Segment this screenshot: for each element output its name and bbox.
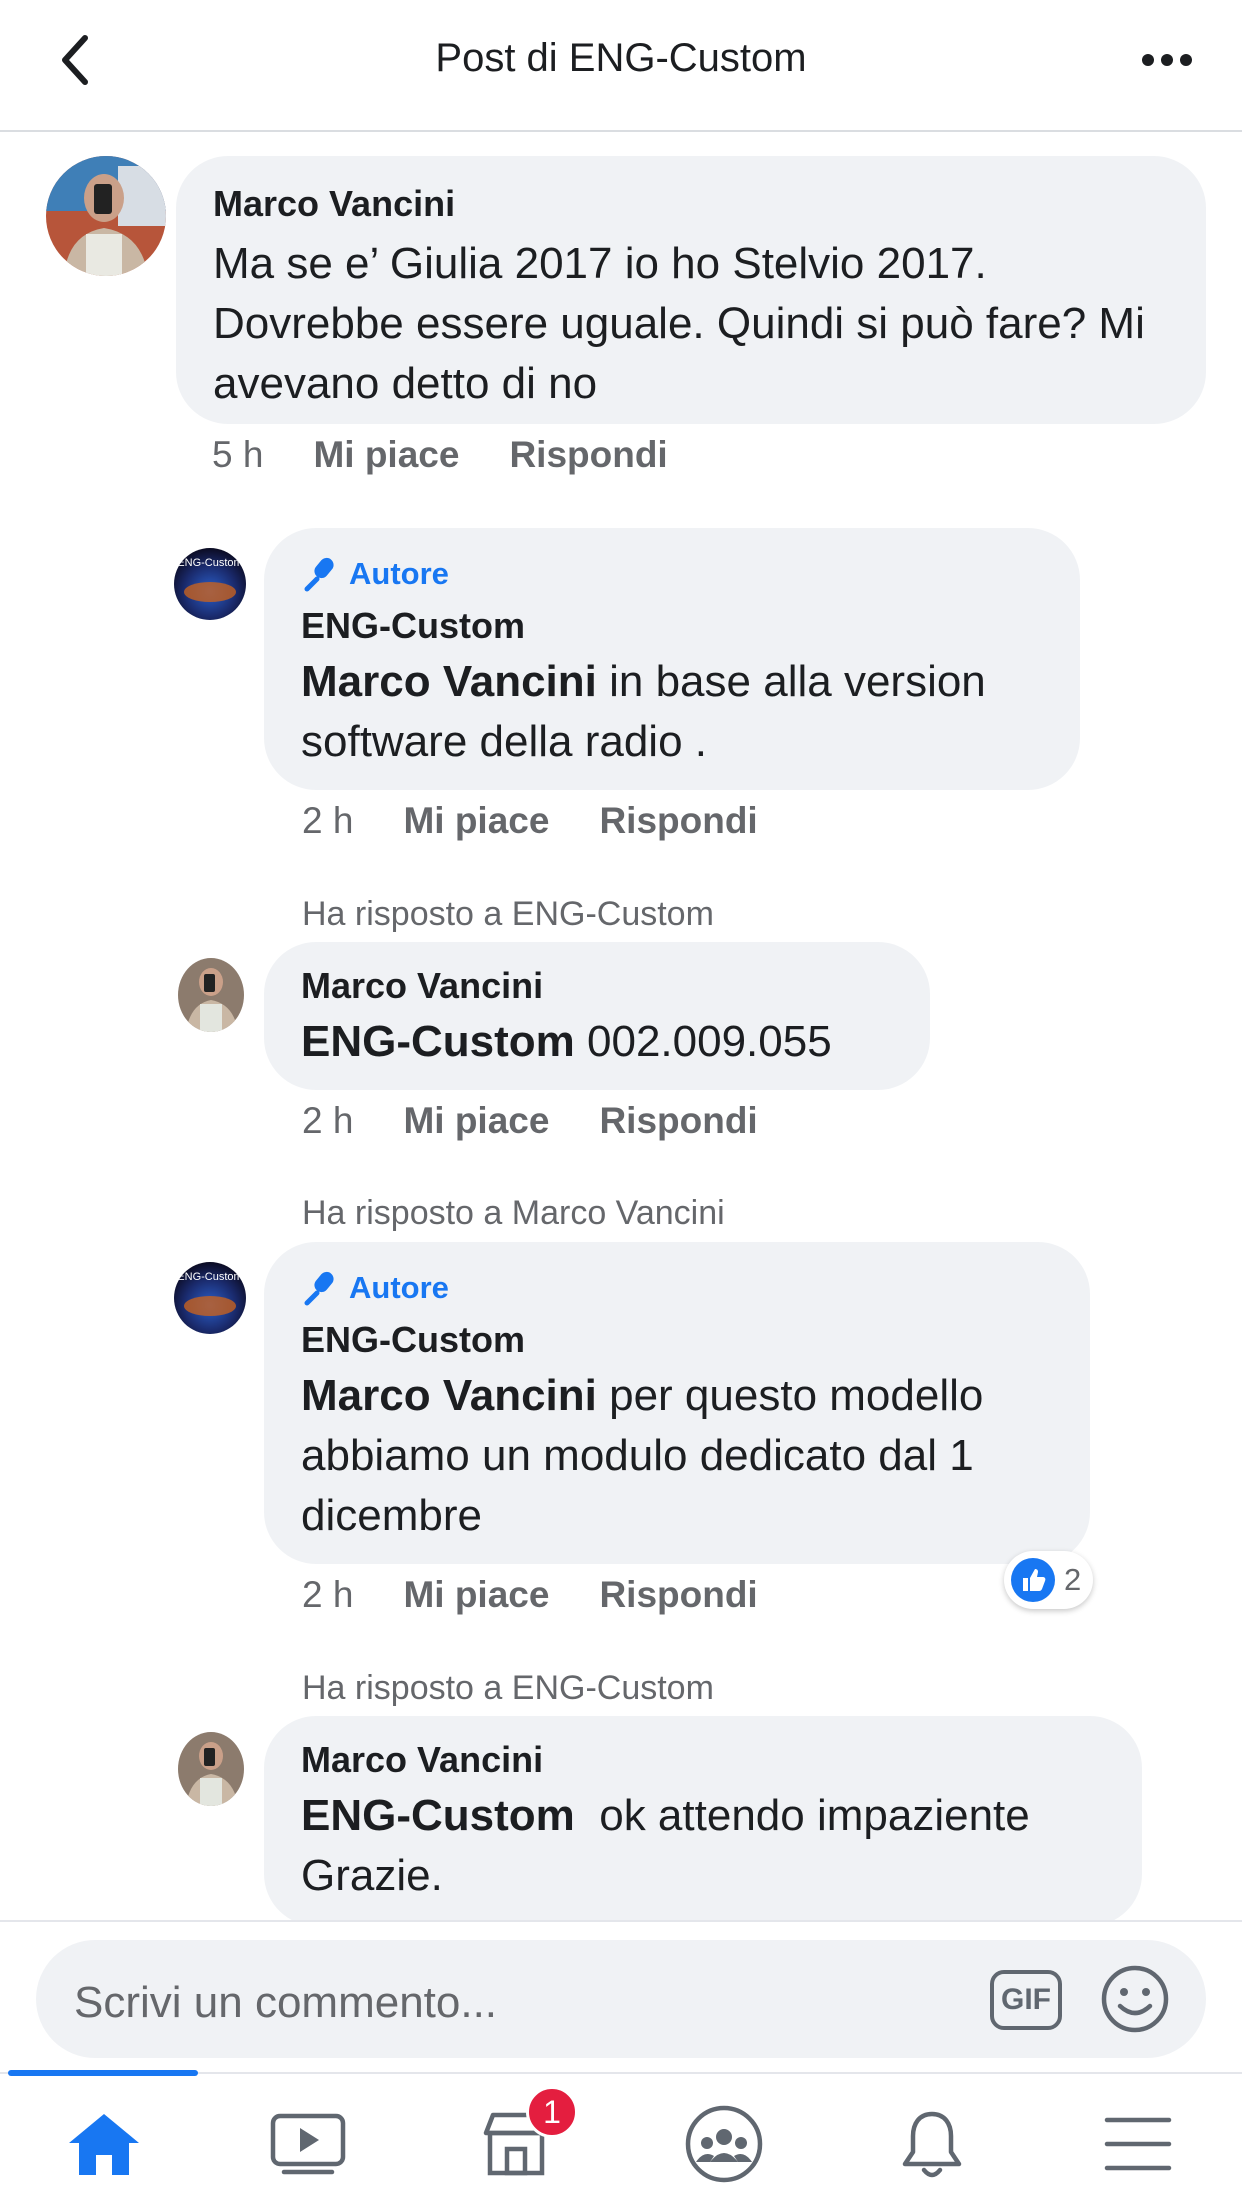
comment-bubble[interactable]: Marco Vancini ENG-Custom ok attendo impa… (264, 1716, 1142, 1926)
home-icon (69, 2114, 139, 2175)
author-badge: Autore (301, 1268, 1052, 1308)
avatar[interactable]: ENG-Custom (174, 548, 246, 620)
comment-bubble[interactable]: Marco Vancini ENG-Custom 002.009.055 (264, 942, 930, 1090)
replied-to-label: Ha risposto a ENG-Custom (302, 895, 714, 933)
menu-icon (1104, 2117, 1172, 2171)
tab-video[interactable] (258, 2104, 358, 2184)
svg-text:ENG-Custom: ENG-Custom (177, 1271, 242, 1283)
tab-home[interactable] (54, 2104, 154, 2184)
person-photo-icon (178, 1732, 244, 1806)
author-badge: Autore (301, 554, 1042, 594)
mention-link[interactable]: ENG-Custom (301, 1017, 575, 1066)
mention-link[interactable]: Marco Vancini (301, 657, 597, 706)
comment-time[interactable]: 2 h (302, 800, 353, 842)
avatar[interactable]: ENG-Custom (174, 1262, 246, 1334)
like-button[interactable]: Mi piace (403, 1574, 549, 1616)
comment-actions: 2 h Mi piace Rispondi (302, 1574, 758, 1616)
comment-text: Marco Vancini in base alla version softw… (301, 652, 1042, 772)
emoji-button[interactable] (1100, 1964, 1170, 2034)
comment-author[interactable]: ENG-Custom (301, 604, 1042, 648)
reaction-count-label: 2 (1064, 1562, 1082, 1597)
brand-logo-icon: ENG-Custom (174, 548, 246, 620)
comment-time[interactable]: 5 h (212, 434, 263, 476)
comment-text: ENG-Custom 002.009.055 (301, 1012, 892, 1072)
reply-button[interactable]: Rispondi (599, 1100, 757, 1142)
video-icon (270, 2113, 346, 2175)
comment-author[interactable]: Marco Vancini (301, 964, 892, 1008)
comment-composer-bar: Scrivi un commento... GIF (0, 1920, 1242, 2070)
like-button[interactable]: Mi piace (313, 434, 459, 476)
mention-link[interactable]: Marco Vancini (301, 1371, 597, 1420)
more-options-button[interactable] (1132, 30, 1202, 90)
reply-button[interactable]: Rispondi (509, 434, 667, 476)
notification-badge: 1 (526, 2086, 578, 2138)
comment-input-placeholder: Scrivi un commento... (74, 1978, 498, 2027)
replied-to-label: Ha risposto a Marco Vancini (302, 1194, 725, 1232)
comment-bubble[interactable]: Autore ENG-Custom Marco Vancini per ques… (264, 1242, 1090, 1564)
person-photo-icon (178, 958, 244, 1032)
gif-label: GIF (1001, 1983, 1051, 2016)
gif-button[interactable]: GIF (990, 1970, 1062, 2030)
avatar[interactable] (178, 1732, 244, 1806)
active-tab-indicator (8, 2070, 198, 2076)
like-button[interactable]: Mi piace (403, 1100, 549, 1142)
comment-text: ENG-Custom ok attendo impaziente Grazie. (301, 1786, 1104, 1906)
bell-icon (902, 2111, 962, 2178)
like-button[interactable]: Mi piace (403, 800, 549, 842)
comment-author[interactable]: Marco Vancini (213, 182, 1168, 226)
bottom-navigation: 1 (0, 2070, 1242, 2208)
groups-icon (685, 2105, 763, 2183)
reaction-count[interactable]: 2 (1004, 1551, 1094, 1609)
comment-input[interactable]: Scrivi un commento... GIF (36, 1940, 1206, 2058)
microphone-icon (304, 1271, 334, 1306)
comment-author[interactable]: Marco Vancini (301, 1738, 1104, 1782)
smiley-icon (1101, 1965, 1169, 2033)
avatar[interactable] (178, 958, 244, 1032)
comment-time[interactable]: 2 h (302, 1100, 353, 1142)
comment-text: Ma se e’ Giulia 2017 io ho Stelvio 2017.… (213, 239, 1145, 408)
comment-time[interactable]: 2 h (302, 1574, 353, 1616)
tab-marketplace[interactable]: 1 (466, 2086, 578, 2184)
comment-text: Marco Vancini per questo modello abbiamo… (301, 1366, 1052, 1546)
comment-author[interactable]: ENG-Custom (301, 1318, 1052, 1362)
comment-bubble[interactable]: Autore ENG-Custom Marco Vancini in base … (264, 528, 1080, 790)
comment-actions: 2 h Mi piace Rispondi (302, 800, 758, 842)
like-reaction-icon (1011, 1558, 1055, 1602)
top-bar: Post di ENG-Custom (0, 0, 1242, 132)
reply-button[interactable]: Rispondi (599, 800, 757, 842)
tab-notifications[interactable] (882, 2104, 982, 2184)
mention-link[interactable]: ENG-Custom (301, 1791, 575, 1840)
brand-logo-icon: ENG-Custom (174, 1262, 246, 1334)
comment-actions: 2 h Mi piace Rispondi (302, 1100, 758, 1142)
comment-actions: 5 h Mi piace Rispondi (212, 434, 668, 476)
author-badge-label: Autore (349, 556, 449, 591)
replied-to-label: Ha risposto a ENG-Custom (302, 1669, 714, 1707)
person-photo-icon (46, 156, 166, 276)
page-title: Post di ENG-Custom (435, 36, 807, 80)
comment-body: 002.009.055 (574, 1017, 832, 1066)
svg-text:ENG-Custom: ENG-Custom (177, 557, 242, 569)
reply-button[interactable]: Rispondi (599, 1574, 757, 1616)
avatar[interactable] (46, 156, 166, 276)
author-badge-label: Autore (349, 1270, 449, 1305)
more-icon (1142, 54, 1192, 66)
comment-bubble[interactable]: Marco Vancini Ma se e’ Giulia 2017 io ho… (176, 156, 1206, 424)
microphone-icon (304, 557, 334, 592)
tab-groups[interactable] (674, 2104, 774, 2184)
tab-menu[interactable] (1088, 2104, 1188, 2184)
